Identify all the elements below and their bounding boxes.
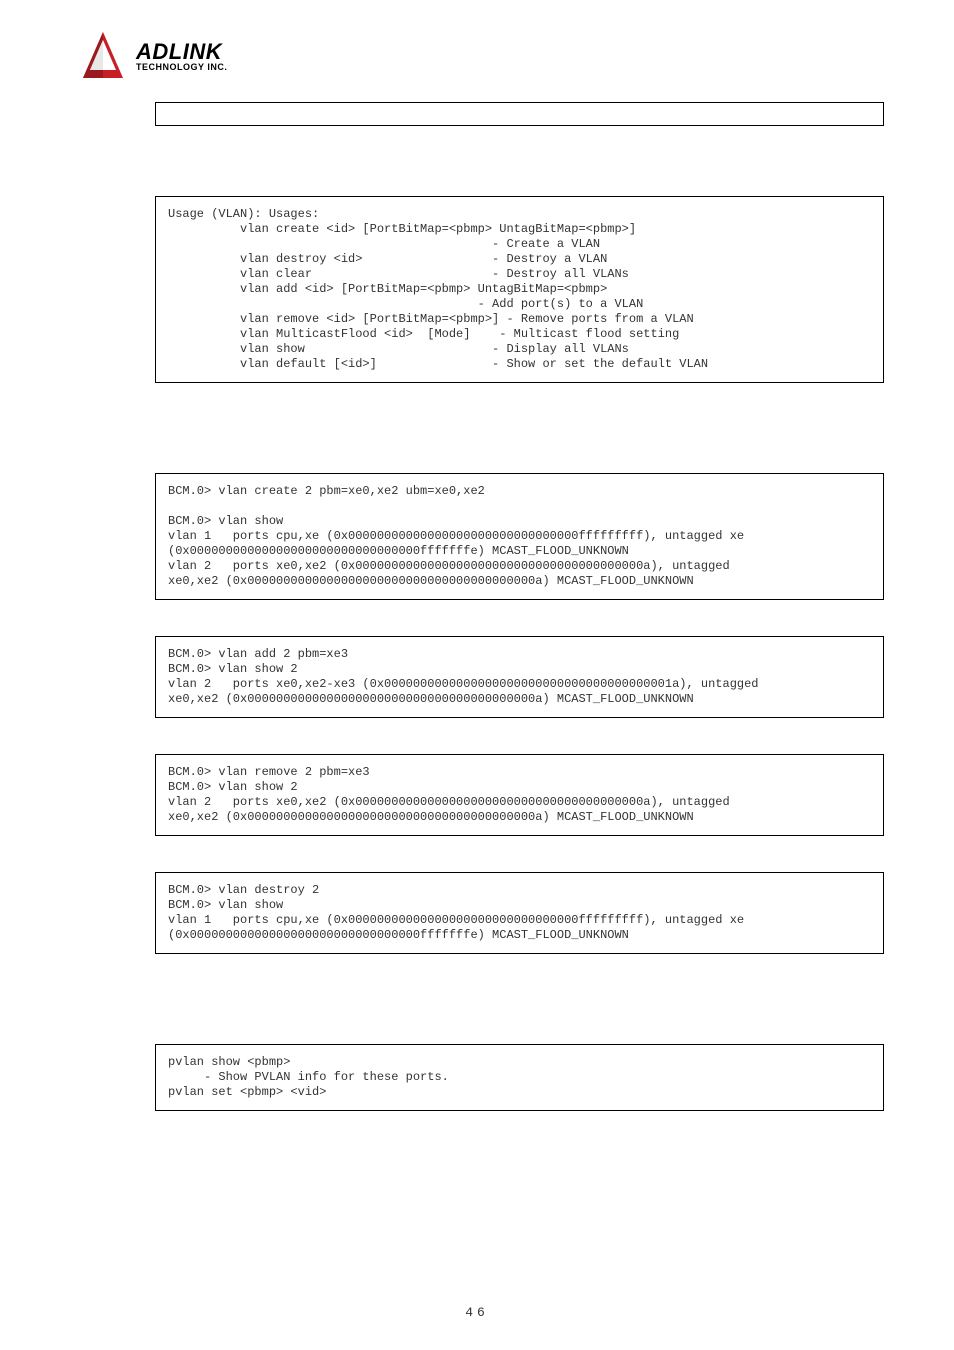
- add-box: BCM.0> vlan add 2 pbm=xe3 BCM.0> vlan sh…: [155, 636, 884, 718]
- logo: ADLINK TECHNOLOGY INC.: [80, 30, 894, 82]
- create-show-box: BCM.0> vlan create 2 pbm=xe0,xe2 ubm=xe0…: [155, 473, 884, 600]
- brand-sub: TECHNOLOGY INC.: [136, 63, 227, 72]
- usage-box: Usage (VLAN): Usages: vlan create <id> […: [155, 196, 884, 383]
- page-number: 46: [0, 1305, 954, 1320]
- pvlan-box: pvlan show <pbmp> - Show PVLAN info for …: [155, 1044, 884, 1111]
- header-empty-box: [155, 102, 884, 126]
- remove-box: BCM.0> vlan remove 2 pbm=xe3 BCM.0> vlan…: [155, 754, 884, 836]
- adlink-logo-icon: [80, 30, 126, 82]
- brand-name: ADLINK: [136, 41, 227, 63]
- logo-text: ADLINK TECHNOLOGY INC.: [136, 41, 227, 72]
- destroy-box: BCM.0> vlan destroy 2 BCM.0> vlan show v…: [155, 872, 884, 954]
